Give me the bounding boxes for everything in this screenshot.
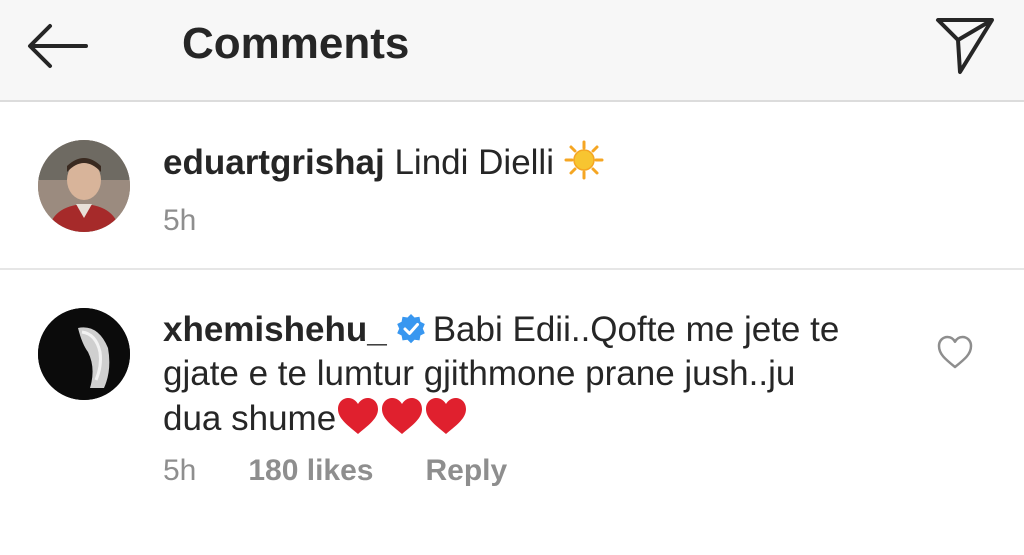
comment-timestamp: 5h (163, 454, 197, 487)
caption-username[interactable]: eduartgrishaj (163, 143, 385, 182)
page-title: Comments (182, 19, 410, 68)
reply-button[interactable]: Reply (426, 454, 508, 488)
sun-icon (564, 140, 604, 191)
red-heart-icon (336, 396, 468, 447)
caption-text: eduartgrishaj Lindi Dielli (163, 140, 604, 191)
profile-photo (38, 140, 130, 232)
caption-body: Lindi Dielli (394, 143, 554, 182)
comment-line-3: dua shume (163, 399, 337, 438)
verified-badge-icon (395, 312, 427, 344)
likes-count[interactable]: 180 likes (248, 454, 373, 488)
share-button[interactable] (930, 10, 1000, 76)
comment-meta: 5h 180 likes Reply (163, 454, 507, 488)
avatar[interactable] (38, 140, 130, 232)
comment-line-2: gjate e te lumtur gjithmone prane jush..… (163, 354, 796, 393)
comment-line-1: Babi Edii..Qofte me jete te (432, 310, 840, 349)
back-button[interactable] (22, 18, 92, 74)
paper-plane-icon (936, 18, 994, 74)
caption-row: eduartgrishaj Lindi Dielli 5h (0, 104, 1024, 270)
caption-timestamp: 5h (163, 204, 197, 237)
avatar[interactable] (38, 308, 130, 400)
heart-outline-icon (937, 335, 973, 369)
like-comment-button[interactable] (936, 334, 974, 370)
comment-username[interactable]: xhemishehu_ (163, 310, 387, 349)
profile-photo (38, 308, 130, 400)
top-bar: Comments (0, 0, 1024, 102)
arrow-left-icon (28, 24, 88, 68)
comment-row: xhemishehu_ Babi Edii..Qofte me jete te … (0, 272, 1024, 555)
comment-text: xhemishehu_ Babi Edii..Qofte me jete te … (163, 308, 903, 447)
